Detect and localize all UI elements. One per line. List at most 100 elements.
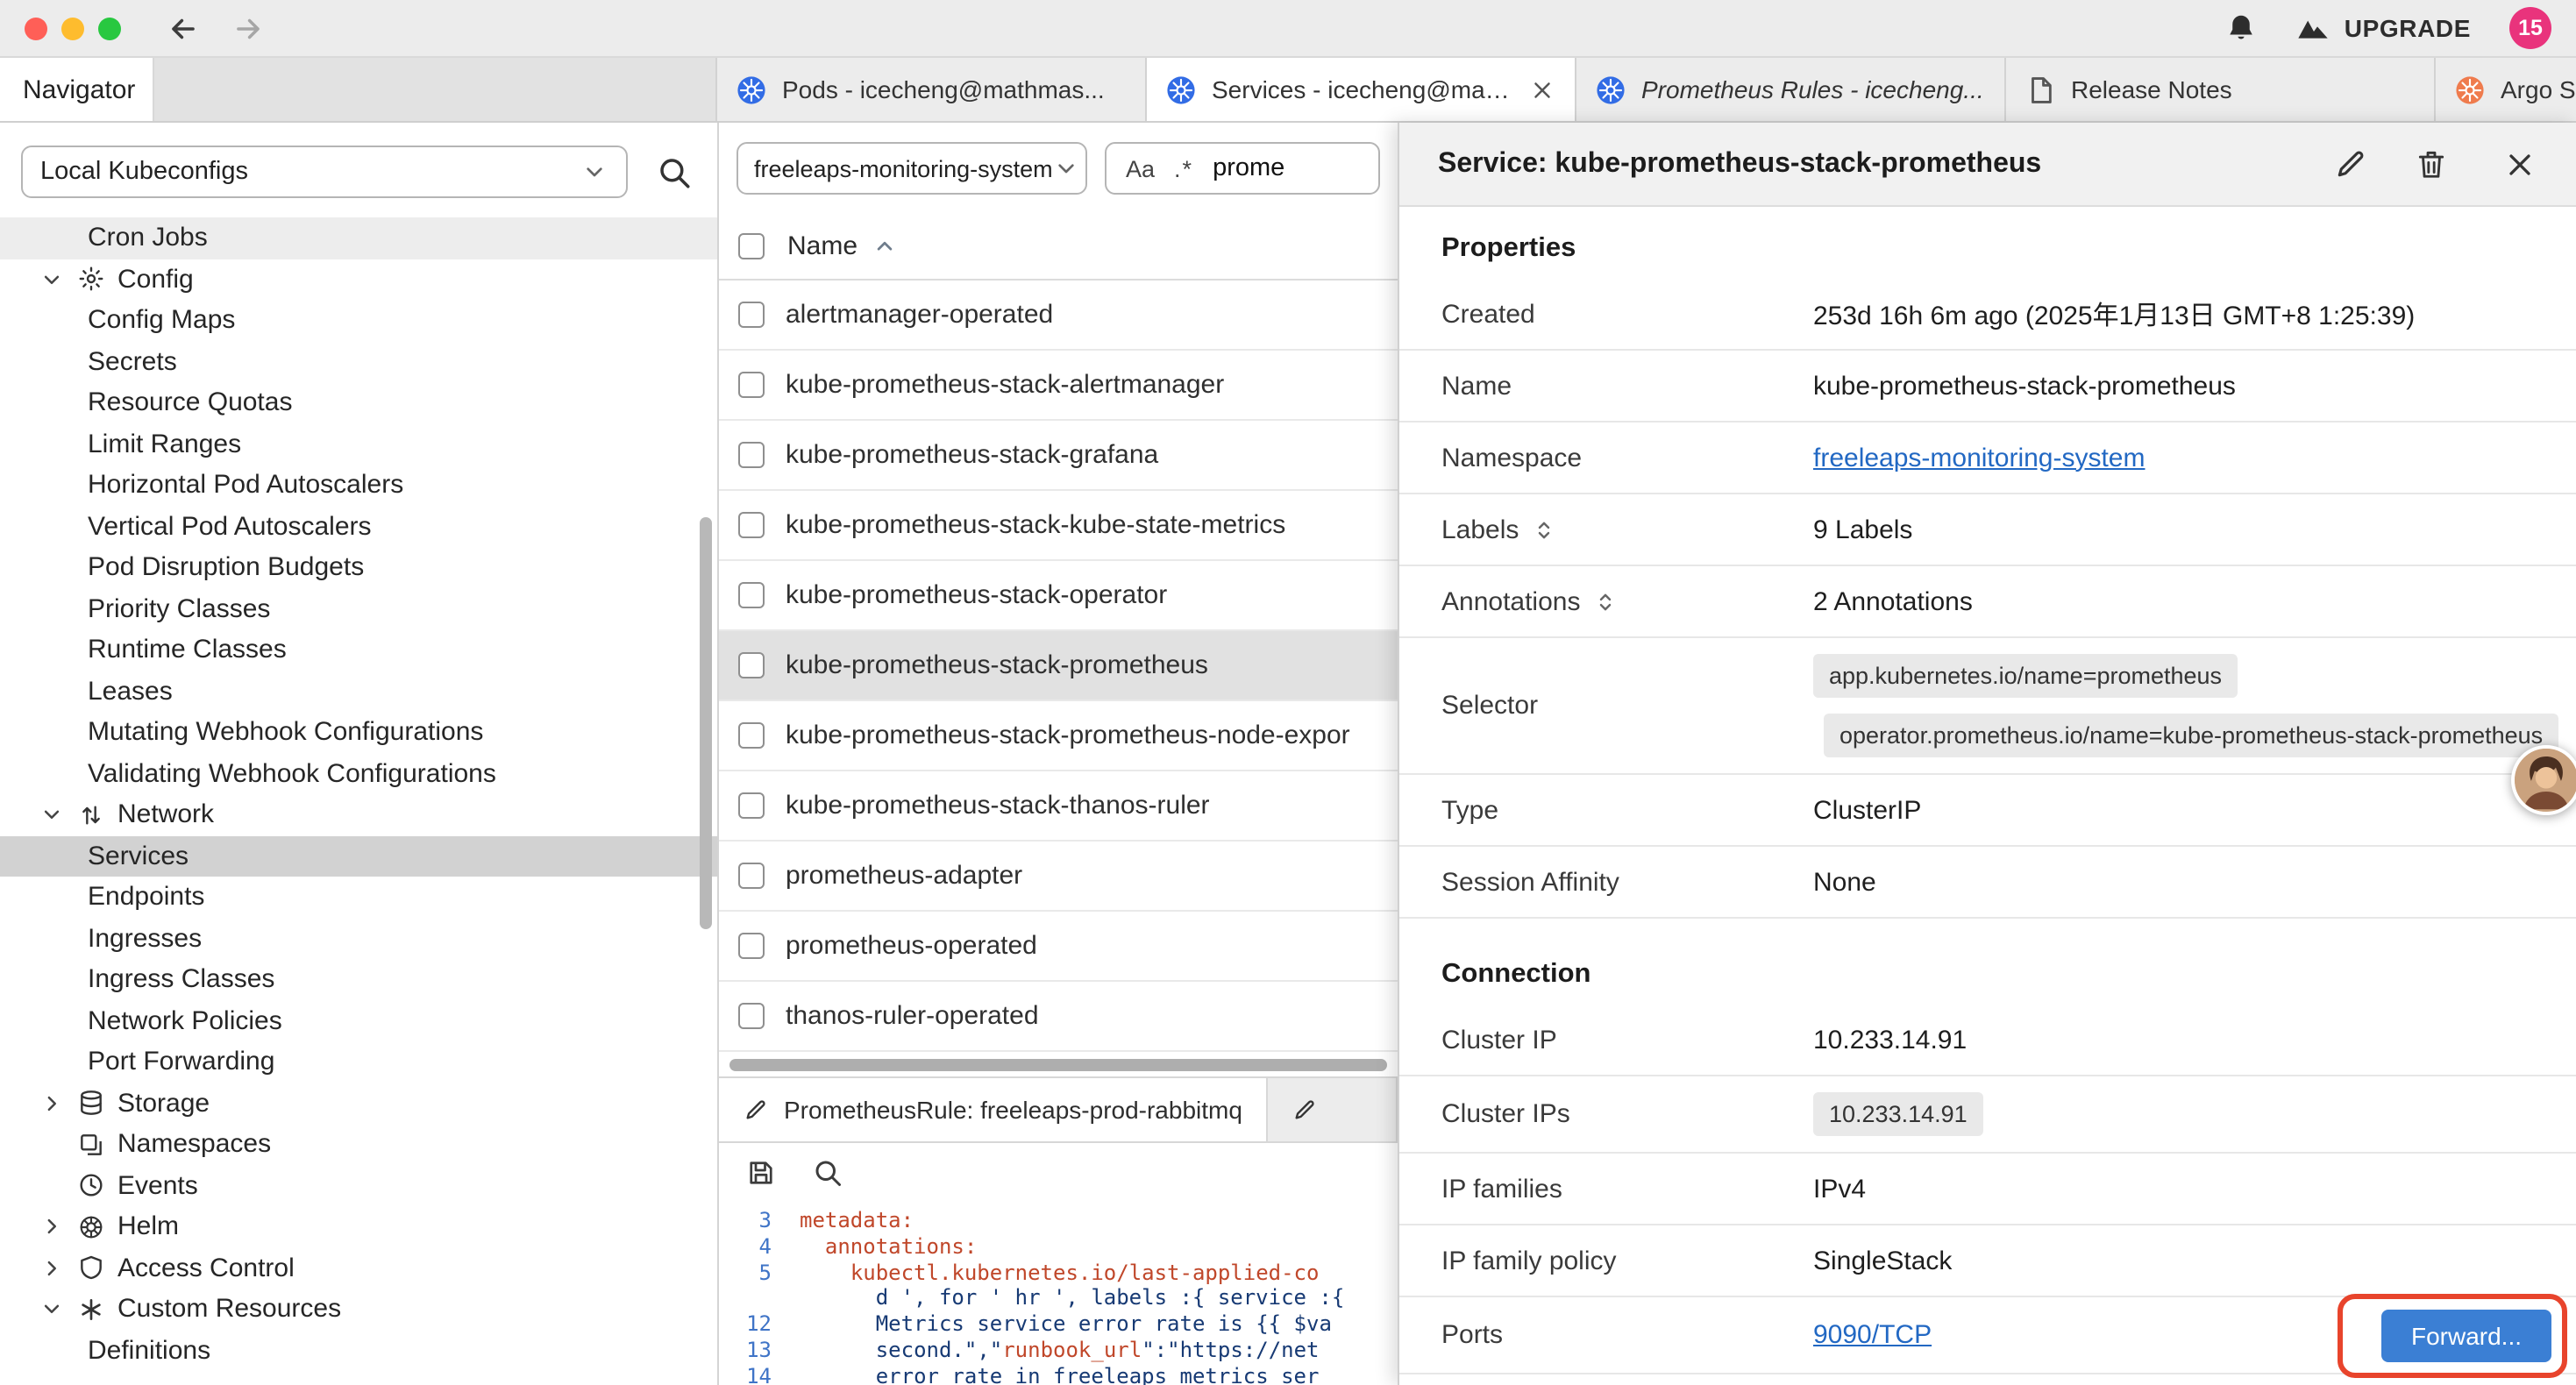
forward-button[interactable]: Forward... [2381,1309,2551,1361]
sidebar-item-cron-jobs[interactable]: Cron Jobs [0,217,717,259]
namespace-select[interactable]: freeleaps-monitoring-system [737,142,1087,195]
edit-resource-icon[interactable] [2334,147,2367,181]
sidebar-item-helm[interactable]: Helm [0,1206,717,1247]
editor-tab-prometheusrule[interactable]: PrometheusRule: freeleaps-prod-rabbitmq [719,1078,1269,1141]
chevron-down-icon[interactable] [39,266,65,293]
close-drawer-icon[interactable] [2502,146,2537,181]
tab-prometheus-rules-icecheng[interactable]: Prometheus Rules - icecheng... [1576,58,2006,121]
sidebar-item-port-forwarding[interactable]: Port Forwarding [0,1041,717,1083]
sort-toggle-icon[interactable] [1592,588,1619,614]
minimize-window-button[interactable] [61,17,84,39]
sidebar-search-icon[interactable] [656,153,693,190]
table-row-alertmanager-operated[interactable]: alertmanager-operated [719,281,1398,351]
sidebar-item-storage[interactable]: Storage [0,1083,717,1124]
row-checkbox[interactable] [738,792,765,819]
row-checkbox[interactable] [738,1003,765,1029]
table-row-kube-prometheus-stack-grafana[interactable]: kube-prometheus-stack-grafana [719,421,1398,491]
chevron-down-icon[interactable] [39,1296,65,1323]
sidebar-item-config[interactable]: Config [0,259,717,300]
sidebar-scrollbar[interactable] [700,517,712,929]
table-row-prometheus-operated[interactable]: prometheus-operated [719,912,1398,982]
section-heading-properties: Properties [1399,207,2576,279]
table-row-kube-prometheus-stack-thanos-ruler[interactable]: kube-prometheus-stack-thanos-ruler [719,771,1398,842]
forward-arrow-icon[interactable] [231,11,265,45]
chevron-right-icon[interactable] [39,1255,65,1282]
chevron-right-icon[interactable] [39,1090,65,1117]
sidebar-item-priority-classes[interactable]: Priority Classes [0,588,717,629]
table-row-kube-prometheus-stack-prometheus-node-expor[interactable]: kube-prometheus-stack-prometheus-node-ex… [719,701,1398,771]
table-row-kube-prometheus-stack-kube-state-metrics[interactable]: kube-prometheus-stack-kube-state-metrics [719,491,1398,561]
zoom-window-button[interactable] [98,17,121,39]
sidebar-item-namespaces[interactable]: Namespaces [0,1124,717,1165]
row-checkbox[interactable] [738,582,765,608]
save-icon[interactable] [745,1157,777,1189]
back-arrow-icon[interactable] [167,11,200,45]
regex-toggle[interactable]: .* [1174,155,1193,181]
sidebar-item-custom-resources[interactable]: Custom Resources [0,1289,717,1330]
row-checkbox[interactable] [738,442,765,468]
row-checkbox[interactable] [738,933,765,959]
row-checkbox[interactable] [738,863,765,889]
notifications-bell-icon[interactable] [2225,12,2257,44]
kubeconfig-select[interactable]: Local Kubeconfigs [21,146,628,198]
row-checkbox[interactable] [738,372,765,398]
match-case-toggle[interactable]: Aa [1126,155,1155,181]
network-icon [77,801,105,829]
tab-pods-icecheng-mathmas[interactable]: Pods - icecheng@mathmas... [717,58,1147,121]
editor-search-icon[interactable] [812,1157,843,1189]
notification-count-badge[interactable]: 15 [2509,7,2551,49]
tab-argo-se[interactable]: Argo Se [2436,58,2576,121]
scrollbar-thumb[interactable] [729,1058,1387,1070]
close-window-button[interactable] [25,17,47,39]
sidebar-item-resource-quotas[interactable]: Resource Quotas [0,382,717,423]
sidebar-item-access-control[interactable]: Access Control [0,1247,717,1289]
sidebar-item-endpoints[interactable]: Endpoints [0,877,717,918]
table-row-kube-prometheus-stack-alertmanager[interactable]: kube-prometheus-stack-alertmanager [719,351,1398,421]
sidebar-item-validating-webhook-configurations[interactable]: Validating Webhook Configurations [0,753,717,794]
sidebar-item-horizontal-pod-autoscalers[interactable]: Horizontal Pod Autoscalers [0,465,717,506]
port-link[interactable]: 9090/TCP [1813,1320,1932,1350]
sidebar-item-definitions[interactable]: Definitions [0,1330,717,1371]
upgrade-button[interactable]: UPGRADE [2295,11,2471,46]
row-checkbox[interactable] [738,302,765,328]
row-checkbox[interactable] [738,512,765,538]
column-header-name[interactable]: Name [787,231,857,261]
sidebar-item-secrets[interactable]: Secrets [0,341,717,382]
row-checkbox[interactable] [738,722,765,749]
sidebar-item-limit-ranges[interactable]: Limit Ranges [0,423,717,465]
horizontal-scrollbar[interactable] [719,1052,1398,1076]
table-row-prometheus-adapter[interactable]: prometheus-adapter [719,842,1398,912]
table-row-kube-prometheus-stack-prometheus[interactable]: kube-prometheus-stack-prometheus [719,631,1398,701]
editor-tab-partial[interactable] [1269,1078,1398,1141]
tab-release-notes[interactable]: Release Notes [2006,58,2436,121]
sidebar-item-ingresses[interactable]: Ingresses [0,918,717,959]
sidebar-item-vertical-pod-autoscalers[interactable]: Vertical Pod Autoscalers [0,506,717,547]
sidebar-item-config-maps[interactable]: Config Maps [0,300,717,341]
service-name: kube-prometheus-stack-operator [786,580,1167,610]
sidebar-item-events[interactable]: Events [0,1165,717,1206]
tab-services-icecheng-math[interactable]: Services - icecheng@math... [1147,58,1576,121]
sidebar-item-leases[interactable]: Leases [0,671,717,712]
sidebar-item-services[interactable]: Services [0,835,717,877]
line-number: 14 [719,1364,800,1385]
tab-close-icon[interactable] [1529,76,1555,103]
sort-toggle-icon[interactable] [1531,516,1557,543]
editor-code[interactable]: 3metadata:4 annotations:5 kubectl.kubern… [719,1203,1398,1385]
select-all-checkbox[interactable] [738,233,765,259]
sidebar-item-network[interactable]: Network [0,794,717,835]
sidebar-item-pod-disruption-budgets[interactable]: Pod Disruption Budgets [0,547,717,588]
sidebar-item-network-policies[interactable]: Network Policies [0,1000,717,1041]
chevron-down-icon[interactable] [39,802,65,828]
delete-resource-icon[interactable] [2415,147,2448,181]
search-input[interactable]: Aa .* prome [1105,142,1380,195]
table-row-kube-prometheus-stack-operator[interactable]: kube-prometheus-stack-operator [719,561,1398,631]
row-checkbox[interactable] [738,652,765,678]
search-query: prome [1213,154,1284,182]
namespace-link[interactable]: freeleaps-monitoring-system [1813,443,2145,472]
chevron-right-icon[interactable] [39,1214,65,1240]
sidebar-item-ingress-classes[interactable]: Ingress Classes [0,959,717,1000]
table-row-thanos-ruler-operated[interactable]: thanos-ruler-operated [719,982,1398,1052]
sidebar-item-mutating-webhook-configurations[interactable]: Mutating Webhook Configurations [0,712,717,753]
sidebar-item-runtime-classes[interactable]: Runtime Classes [0,629,717,671]
sort-ascending-icon[interactable] [872,233,898,259]
